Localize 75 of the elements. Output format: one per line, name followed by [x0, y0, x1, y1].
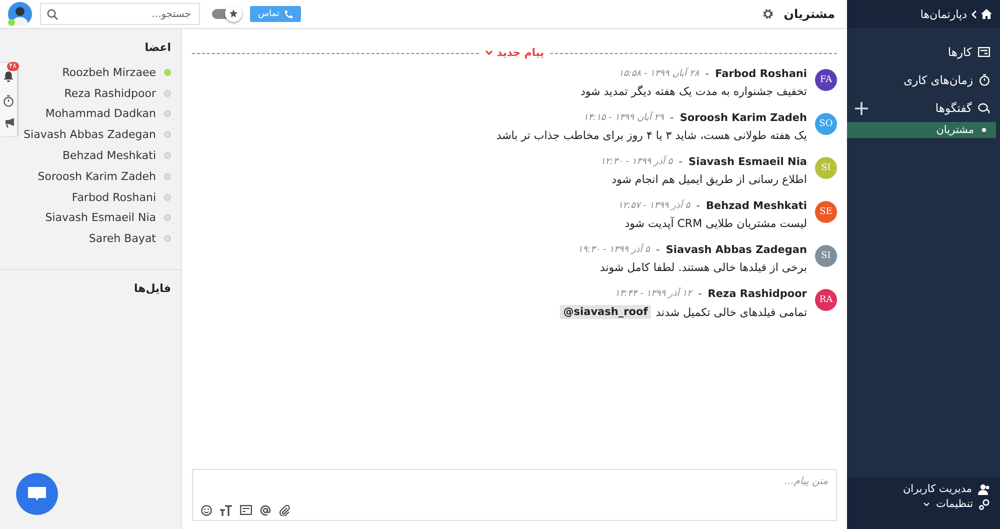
nav-item[interactable]: زمان‌های کاری: [904, 73, 990, 87]
message-text: تمامی فیلدهای خالی تکمیل شدند: [656, 306, 807, 318]
text-size-icon[interactable]: [220, 504, 232, 516]
author-avatar: SI: [815, 245, 837, 267]
separator: -: [670, 111, 674, 124]
emoji-icon[interactable]: [201, 504, 212, 516]
author-name[interactable]: Siavash Abbas Zadegan: [666, 244, 807, 256]
message-time: ۲۹ آبان ۱۳۹۹ - ۱۴:۱۵: [583, 112, 664, 122]
users-icon: [978, 484, 990, 494]
card-icon: [978, 47, 990, 57]
member-item[interactable]: Siavash Esmaeil Nia: [45, 208, 181, 228]
separator: -: [705, 67, 710, 80]
author-name[interactable]: Reza Rashidpoor: [708, 288, 807, 300]
chat-bubble-icon: [27, 486, 47, 502]
breadcrumb-link[interactable]: دپارتمان‌ها: [920, 8, 967, 20]
home-icon[interactable]: [981, 9, 992, 19]
channel-item[interactable]: مشتریان: [847, 122, 996, 138]
plus-icon[interactable]: [855, 102, 868, 114]
stopwatch-icon[interactable]: [3, 95, 14, 107]
separator: -: [698, 287, 702, 300]
chevron-down-icon: [484, 50, 493, 56]
message-text: اطلاع رسانی از طریق ایمیل هم انجام شود: [612, 173, 807, 186]
mention-icon[interactable]: [260, 504, 271, 516]
member-item[interactable]: Mohammad Dadkan: [45, 104, 181, 124]
phone-icon: [284, 10, 294, 18]
nav-item[interactable]: گفتگوها: [935, 101, 990, 115]
author-avatar: RA: [815, 289, 837, 311]
author-name[interactable]: Soroosh Karim Zadeh: [680, 112, 807, 124]
bell-icon[interactable]: [3, 71, 14, 82]
member-item[interactable]: Reza Rashidpoor: [64, 82, 181, 104]
nav-item[interactable]: کارها: [948, 45, 990, 59]
member-item[interactable]: Sareh Bayat: [88, 228, 181, 250]
footer-item[interactable]: تنظیمات: [857, 498, 990, 510]
user-avatar[interactable]: [8, 2, 32, 26]
settings-icon[interactable]: [762, 8, 774, 20]
author-avatar: SI: [815, 157, 837, 179]
message-text: لیست مشتریان طلایی CRM آپدیت شود: [624, 217, 807, 230]
chevron-icon: [971, 10, 977, 18]
member-item[interactable]: Siavash Abbas Zadegan: [24, 124, 181, 146]
footer-item[interactable]: مدیریت کاربران: [857, 483, 990, 495]
megaphone-icon[interactable]: [2, 117, 14, 128]
author-name[interactable]: Behzad Meshkati: [706, 200, 807, 212]
files-title: فایل‌ها: [132, 281, 172, 298]
separator: -: [656, 243, 660, 256]
search-icon: [47, 9, 58, 20]
author-name[interactable]: Farbod Roshani: [715, 68, 807, 80]
attachment-icon[interactable]: [279, 504, 290, 516]
author-name[interactable]: Siavash Esmaeil Nia: [688, 156, 807, 168]
author-avatar: SO: [815, 113, 837, 135]
stopwatch-icon: [979, 74, 990, 86]
message-time: ۵ آذر ۱۳۹۹ - ۱۹:۳۰: [578, 244, 650, 254]
new-messages-label[interactable]: پیام جدید: [484, 47, 544, 59]
author-avatar: FA: [815, 69, 837, 91]
member-item[interactable]: Soroosh Karim Zadeh: [38, 166, 181, 187]
card-icon[interactable]: [240, 505, 252, 515]
separator: -: [696, 199, 700, 212]
message-time: ۵ آذر ۱۳۹۹ - ۱۲:۵۷: [618, 200, 690, 210]
member-item[interactable]: Roozbeh Mirzaee: [62, 62, 181, 83]
author-avatar: SE: [815, 201, 837, 223]
channel-title: مشتریان: [784, 7, 835, 21]
mention-tag[interactable]: @siavash_roof: [560, 305, 651, 319]
members-title: اعضا: [144, 40, 172, 56]
chat-fab[interactable]: [16, 473, 58, 515]
message-composer[interactable]: متن پیام...: [192, 469, 837, 521]
separator: -: [678, 155, 683, 168]
message-time: ۵ آذر ۱۳۹۹ - ۱۲:۳۰: [600, 156, 673, 166]
message-time: ۲۸ آبان ۱۳۹۹ - ۱۵:۵۸: [618, 68, 700, 78]
member-item[interactable]: Behzad Meshkati: [62, 145, 181, 166]
message-text: یک هفته طولانی هست، شاید ۳ یا ۴ روز برای مخاطب جذاب تر باشد: [496, 129, 807, 142]
message-text: تخفیف جشنواره به مدت یک هفته دیگر تمدید شود: [580, 85, 807, 98]
search-field[interactable]: جستجو...: [40, 3, 200, 25]
star-icon: [229, 9, 238, 18]
message-text: برخی از فیلدها خالی هستند. لطفا کامل شوند: [600, 261, 807, 274]
member-item[interactable]: Farbod Roshani: [72, 186, 181, 208]
message-time: ۱۲ آذر ۱۳۹۹ - ۱۳:۴۴: [614, 288, 692, 298]
